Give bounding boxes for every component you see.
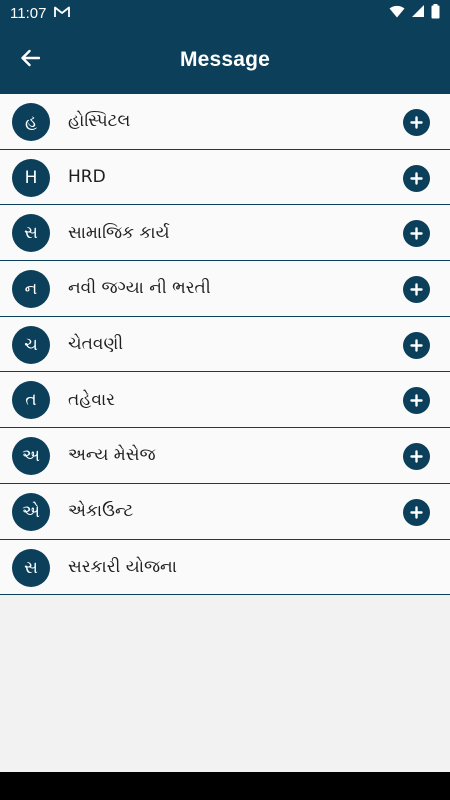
back-button[interactable] bbox=[14, 44, 46, 76]
app-bar: Message bbox=[0, 26, 450, 94]
list-item[interactable]: એ એકાઉન્ટ bbox=[0, 484, 450, 540]
plus-icon bbox=[410, 506, 423, 519]
back-arrow-icon bbox=[20, 49, 41, 71]
wifi-icon bbox=[389, 5, 405, 22]
list-item[interactable]: ચ ચેતવણી bbox=[0, 317, 450, 373]
list-item-label: ચેતવણી bbox=[68, 334, 124, 355]
avatar: અ bbox=[12, 437, 50, 476]
list-item[interactable]: ન નવી જગ્યા ની ભરતી bbox=[0, 261, 450, 317]
plus-icon bbox=[410, 171, 423, 185]
list-item[interactable]: અ અન્ય મેસેજ bbox=[0, 428, 450, 484]
list-item[interactable]: ત તહેવાર bbox=[0, 372, 450, 429]
list-item[interactable]: સ સરકારી યોજના bbox=[0, 540, 450, 596]
list-item[interactable]: હ હોસ્પિટલ bbox=[0, 94, 450, 150]
list-item[interactable]: H HRD bbox=[0, 150, 450, 206]
status-right bbox=[389, 3, 440, 23]
avatar: H bbox=[12, 158, 50, 197]
avatar: ન bbox=[12, 270, 50, 309]
plus-icon bbox=[410, 283, 423, 296]
list-item-label: સરકારી યોજના bbox=[68, 556, 177, 577]
avatar: ત bbox=[12, 381, 50, 420]
plus-icon bbox=[410, 227, 423, 241]
add-button[interactable] bbox=[403, 109, 430, 136]
status-time: 11:07 bbox=[10, 4, 47, 22]
plus-icon bbox=[410, 339, 423, 352]
list-item-label: અન્ય મેસેજ bbox=[68, 445, 156, 466]
plus-icon bbox=[410, 394, 423, 408]
list-item-label: સામાજિક કાર્ય bbox=[68, 222, 170, 243]
list-item-label: તહેવાર bbox=[68, 389, 115, 410]
signal-icon bbox=[411, 4, 425, 22]
page-title: Message bbox=[179, 48, 271, 71]
list-item-label: એકાઉન્ટ bbox=[68, 501, 134, 522]
avatar: ચ bbox=[12, 325, 50, 364]
avatar: એ bbox=[12, 492, 50, 531]
avatar: સ bbox=[12, 548, 50, 587]
list-item-label: HRD bbox=[68, 167, 106, 188]
add-button[interactable] bbox=[403, 276, 430, 304]
add-button[interactable] bbox=[403, 443, 430, 471]
message-category-list: હ હોસ્પિટલ H HRD સ સામાજિક કાર્ય ન નવી જગ્યા ની… bbox=[0, 94, 450, 596]
list-item[interactable]: સ સામાજિક કાર્ય bbox=[0, 205, 450, 262]
gmail-icon bbox=[54, 5, 71, 22]
add-button[interactable] bbox=[403, 387, 430, 415]
system-navigation-bar bbox=[0, 772, 450, 800]
avatar: સ bbox=[12, 214, 50, 253]
status-left: 11:07 bbox=[10, 4, 71, 22]
plus-icon bbox=[410, 116, 423, 129]
list-item-label: હોસ્પિટલ bbox=[68, 111, 131, 132]
add-button[interactable] bbox=[403, 220, 430, 248]
battery-icon bbox=[431, 3, 440, 23]
add-button[interactable] bbox=[403, 498, 430, 526]
avatar: હ bbox=[12, 103, 50, 141]
status-bar: 11:07 bbox=[0, 0, 450, 26]
add-button[interactable] bbox=[403, 164, 430, 192]
add-button[interactable] bbox=[403, 331, 430, 359]
plus-icon bbox=[410, 450, 423, 463]
list-item-label: નવી જગ્યા ની ભરતી bbox=[68, 278, 211, 299]
